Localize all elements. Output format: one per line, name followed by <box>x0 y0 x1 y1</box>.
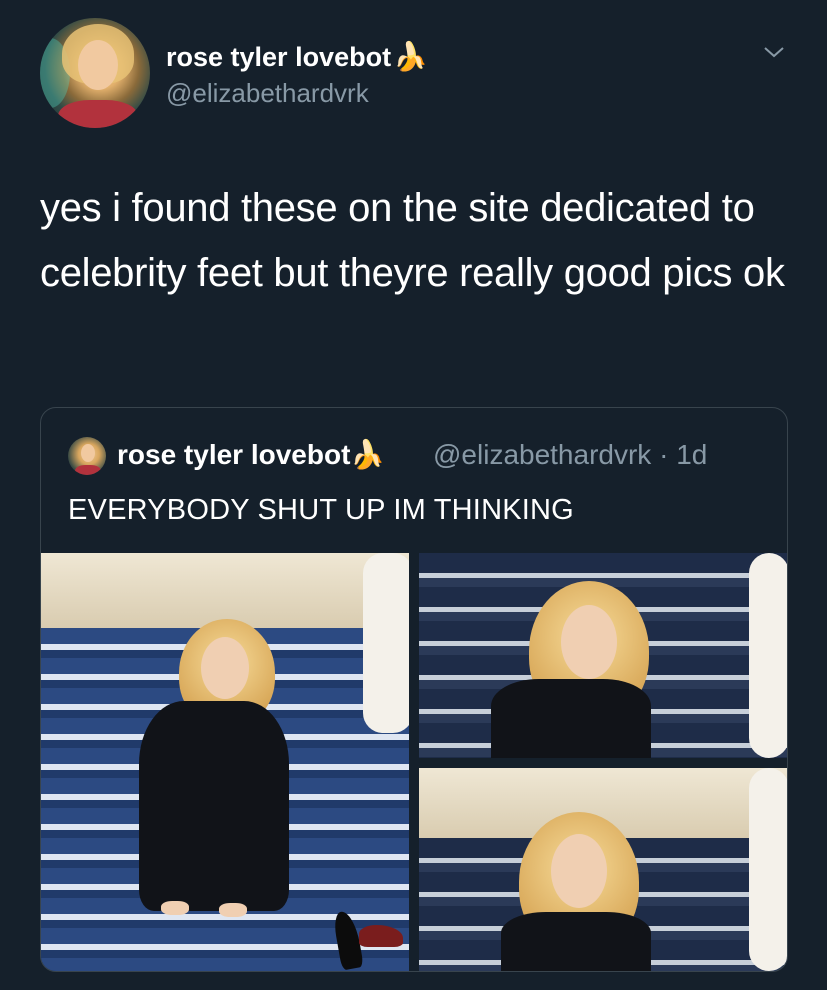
quoted-tweet[interactable]: rose tyler lovebot🍌 @elizabethardvrk · 1… <box>40 407 788 972</box>
photo-2[interactable] <box>419 553 787 758</box>
chevron-down-icon[interactable] <box>762 40 786 64</box>
quoted-author-display-name[interactable]: rose tyler lovebot🍌 <box>117 438 385 471</box>
author-avatar[interactable] <box>40 18 150 128</box>
author-name-text: rose tyler lovebot <box>166 42 392 72</box>
quoted-tweet-meta: @elizabethardvrk · 1d <box>433 439 707 471</box>
author-handle[interactable]: @elizabethardvrk <box>166 78 369 109</box>
author-display-name[interactable]: rose tyler lovebot🍌 <box>166 40 428 73</box>
banana-emoji: 🍌 <box>393 41 428 72</box>
quoted-author-handle[interactable]: @elizabethardvrk <box>433 439 651 470</box>
meta-separator: · <box>659 439 669 470</box>
tweet-header: rose tyler lovebot🍌 @elizabethardvrk <box>40 18 800 130</box>
quoted-author-avatar[interactable] <box>68 437 106 475</box>
banana-emoji: 🍌 <box>350 439 386 470</box>
photo-3[interactable] <box>419 768 787 971</box>
photo-1[interactable] <box>41 553 409 971</box>
tweet-text: yes i found these on the site dedicated … <box>40 186 785 295</box>
quoted-tweet-time[interactable]: 1d <box>676 439 707 470</box>
quoted-author-name-text: rose tyler lovebot <box>117 439 351 470</box>
quoted-tweet-text: EVERYBODY SHUT UP IM THINKING <box>68 494 574 526</box>
